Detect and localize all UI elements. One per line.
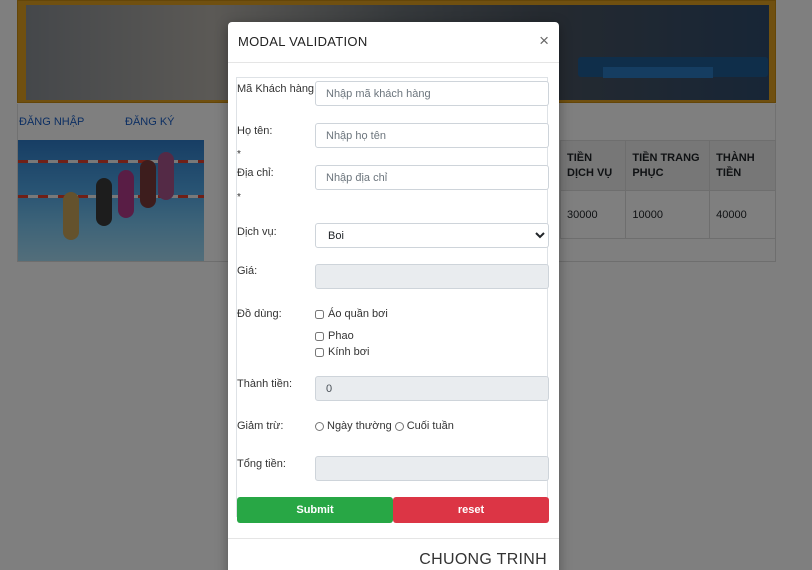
checkbox-label: Áo quần bơi [328, 308, 388, 320]
reset-button[interactable]: reset [393, 497, 549, 523]
weekend-radio[interactable] [394, 421, 404, 431]
full-name-input[interactable] [315, 123, 549, 148]
discount-options: Ngày thường Cuối tuần [315, 420, 454, 432]
checkbox-label: Phao [328, 330, 354, 342]
discount-label: Giảm trừ: [237, 420, 284, 432]
swimsuit-checkbox[interactable] [315, 309, 324, 319]
customer-code-label: Mã Khách hàng: [237, 83, 318, 95]
total-input[interactable] [315, 456, 549, 481]
equipment-option-swimsuit: Áo quần bơi [315, 308, 388, 320]
modal-title: MODAL VALIDATION [238, 34, 368, 49]
submit-button[interactable]: Submit [237, 497, 393, 523]
checkbox-label: Kính bơi [328, 346, 370, 358]
program-heading: CHUONG TRINH [419, 551, 547, 568]
modal-dialog: MODAL VALIDATION × Mã Khách hàng: Họ tên… [228, 22, 559, 570]
price-input[interactable] [315, 264, 549, 289]
service-label: Dịch vụ: [237, 226, 277, 238]
customer-code-input[interactable] [315, 81, 549, 106]
price-label: Giá: [237, 265, 258, 277]
required-mark: * [237, 149, 241, 160]
required-mark: * [237, 192, 241, 203]
equipment-label: Đồ dùng: [237, 308, 282, 320]
service-select[interactable]: Boi [315, 223, 549, 248]
equipment-option-goggles: Kính bơi [315, 346, 369, 358]
close-icon[interactable]: × [539, 31, 549, 51]
subtotal-input[interactable] [315, 376, 549, 401]
float-checkbox[interactable] [315, 331, 324, 341]
modal-divider [228, 538, 559, 539]
address-label: Địa chỉ: [237, 167, 274, 179]
radio-label: Cuối tuần [406, 420, 454, 432]
address-input[interactable] [315, 165, 549, 190]
goggles-checkbox[interactable] [315, 347, 324, 357]
total-label: Tổng tiền: [237, 458, 286, 470]
radio-label: Ngày thường [327, 420, 392, 432]
weekday-radio[interactable] [315, 421, 324, 431]
full-name-label: Họ tên: [237, 125, 273, 137]
modal-header: MODAL VALIDATION × [228, 22, 559, 63]
subtotal-label: Thành tiền: [237, 378, 293, 390]
equipment-option-float: Phao [315, 330, 354, 342]
